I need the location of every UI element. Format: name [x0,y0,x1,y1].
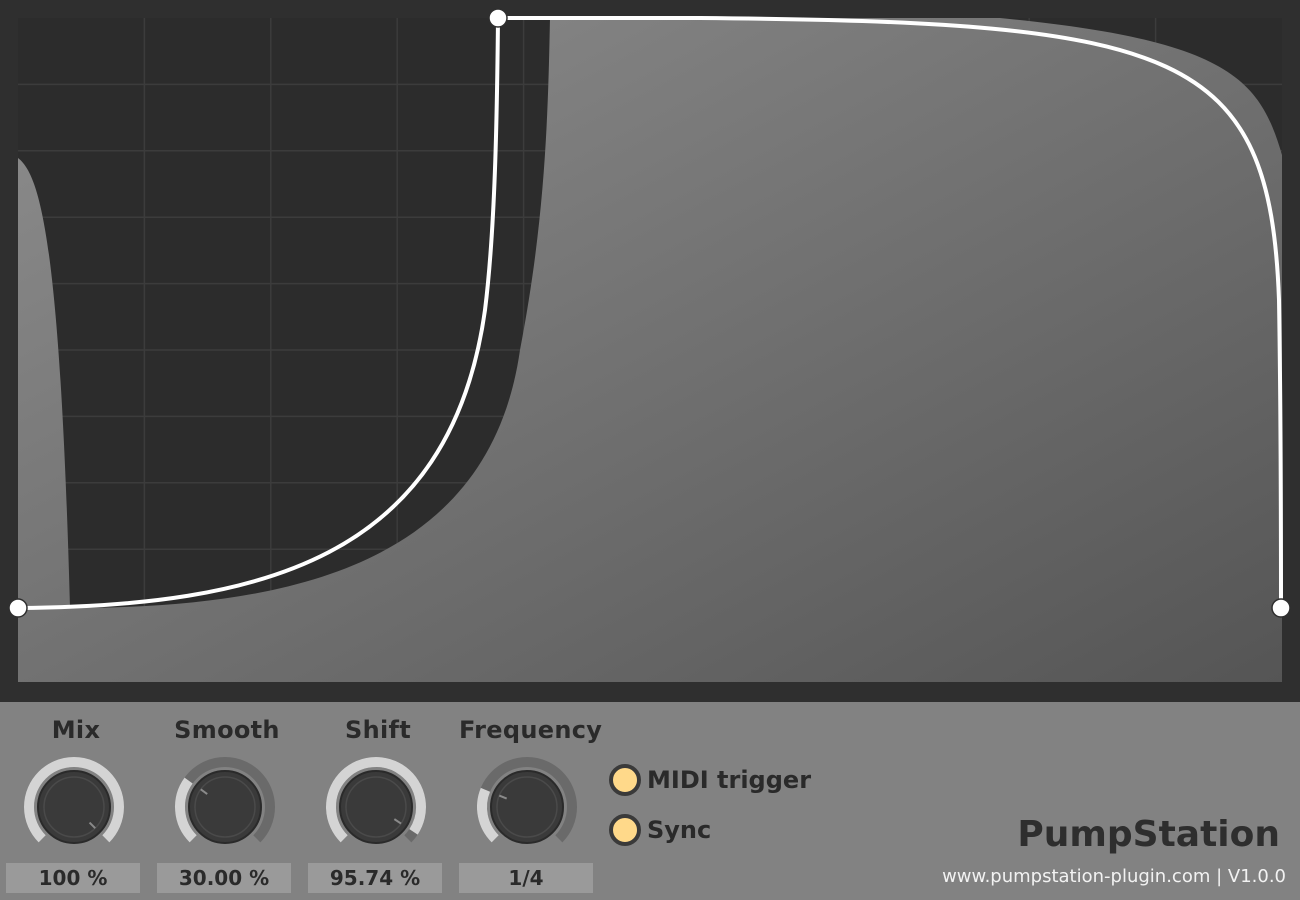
envelope-point-start[interactable] [8,598,28,618]
midi-trigger-led[interactable] [609,764,641,796]
curve-canvas[interactable] [0,0,1300,702]
sync-label: Sync [647,816,712,844]
sync-toggle[interactable]: Sync [609,813,711,847]
smooth-value[interactable]: 30.00 % [157,863,291,893]
shift-label: Shift [344,716,411,744]
frequency-value[interactable]: 1/4 [459,863,593,893]
mix-control: Mix 100 % [6,702,146,900]
envelope-point-end[interactable] [1271,598,1291,618]
midi-trigger-toggle[interactable]: MIDI trigger [609,763,811,797]
mix-label: Mix [51,716,101,744]
frequency-knob[interactable] [474,754,580,860]
smooth-knob[interactable] [172,754,278,860]
website-version-link[interactable]: www.pumpstation-plugin.com | V1.0.0 [942,866,1286,887]
smooth-label: Smooth [174,716,280,744]
midi-trigger-label: MIDI trigger [647,766,812,794]
frequency-control: Frequency 1/4 [459,702,603,900]
envelope-point-peak[interactable] [488,8,508,28]
knob-body[interactable] [339,770,413,844]
control-panel: Mix 100 % Smooth 30.00 % Shift 95.74 % F… [0,702,1300,900]
knob-body[interactable] [490,770,564,844]
curve-editor[interactable] [0,0,1300,702]
mix-value[interactable]: 100 % [6,863,140,893]
knob-body[interactable] [188,770,262,844]
frequency-label: Frequency [459,716,603,744]
brand-logo-text: PumpStation [1017,814,1280,855]
shift-knob[interactable] [323,754,429,860]
mix-knob[interactable] [21,754,127,860]
shift-control: Shift 95.74 % [308,702,448,900]
smooth-control: Smooth 30.00 % [157,702,297,900]
sync-led[interactable] [609,814,641,846]
knob-body[interactable] [37,770,111,844]
shift-value[interactable]: 95.74 % [308,863,442,893]
